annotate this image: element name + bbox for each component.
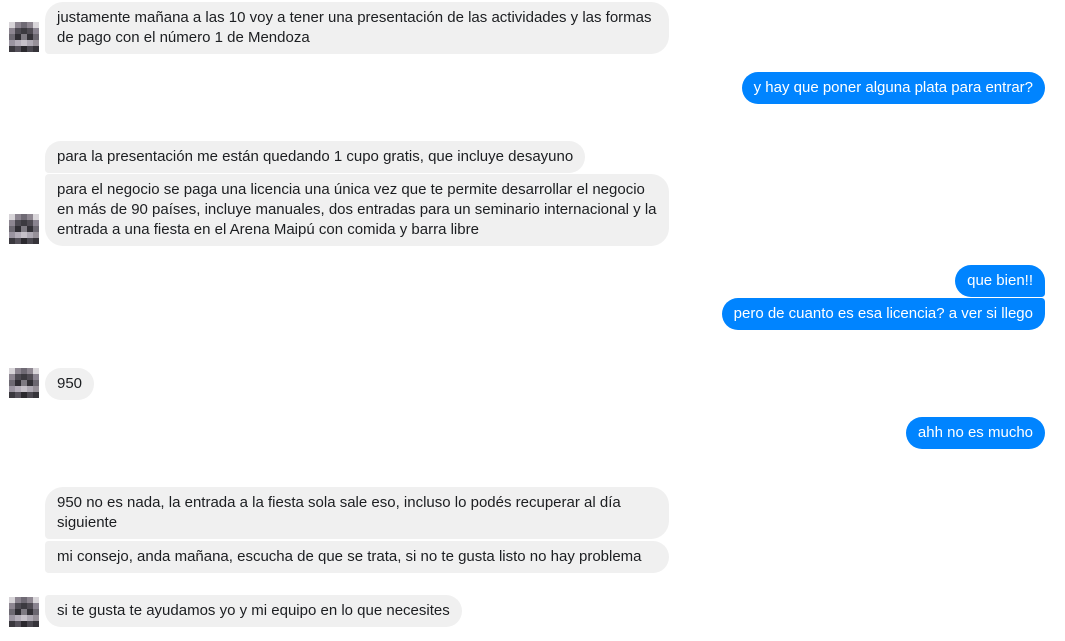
message-incoming[interactable]: para la presentación me están quedando 1… — [45, 141, 586, 173]
message-incoming[interactable]: 950 — [45, 368, 95, 400]
message-incoming[interactable]: justamente mañana a las 10 voy a tener u… — [45, 2, 669, 54]
message-incoming[interactable]: si te gusta te ayudamos yo y mi equipo e… — [45, 595, 462, 627]
message-outgoing[interactable]: que bien!! — [955, 265, 1045, 297]
message-outgoing[interactable]: ahh no es mucho — [905, 417, 1045, 449]
contact-avatar[interactable] — [9, 214, 39, 244]
message-incoming[interactable]: mi consejo, anda mañana, escucha de que … — [45, 541, 669, 573]
message-incoming[interactable]: para el negocio se paga una licencia una… — [45, 174, 669, 246]
message-incoming[interactable]: 950 no es nada, la entrada a la fiesta s… — [45, 487, 669, 539]
message-outgoing[interactable]: pero de cuanto es esa licencia? a ver si… — [721, 298, 1045, 330]
contact-avatar[interactable] — [9, 22, 39, 52]
message-outgoing[interactable]: y hay que poner alguna plata para entrar… — [741, 72, 1045, 104]
contact-avatar[interactable] — [9, 597, 39, 627]
contact-avatar[interactable] — [9, 368, 39, 398]
